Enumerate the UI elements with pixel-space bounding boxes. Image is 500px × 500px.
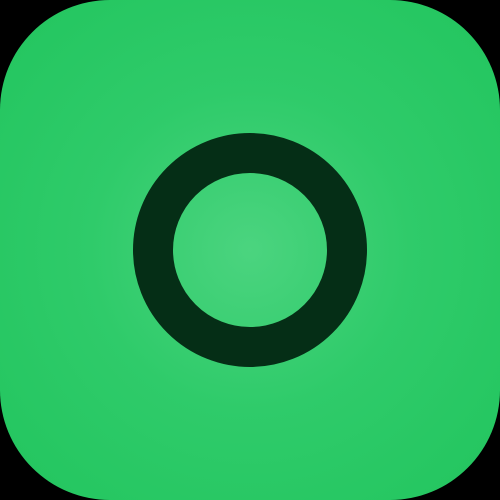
icon-canvas	[0, 0, 500, 500]
ring-icon	[133, 133, 367, 367]
app-icon-tile[interactable]	[0, 0, 500, 500]
